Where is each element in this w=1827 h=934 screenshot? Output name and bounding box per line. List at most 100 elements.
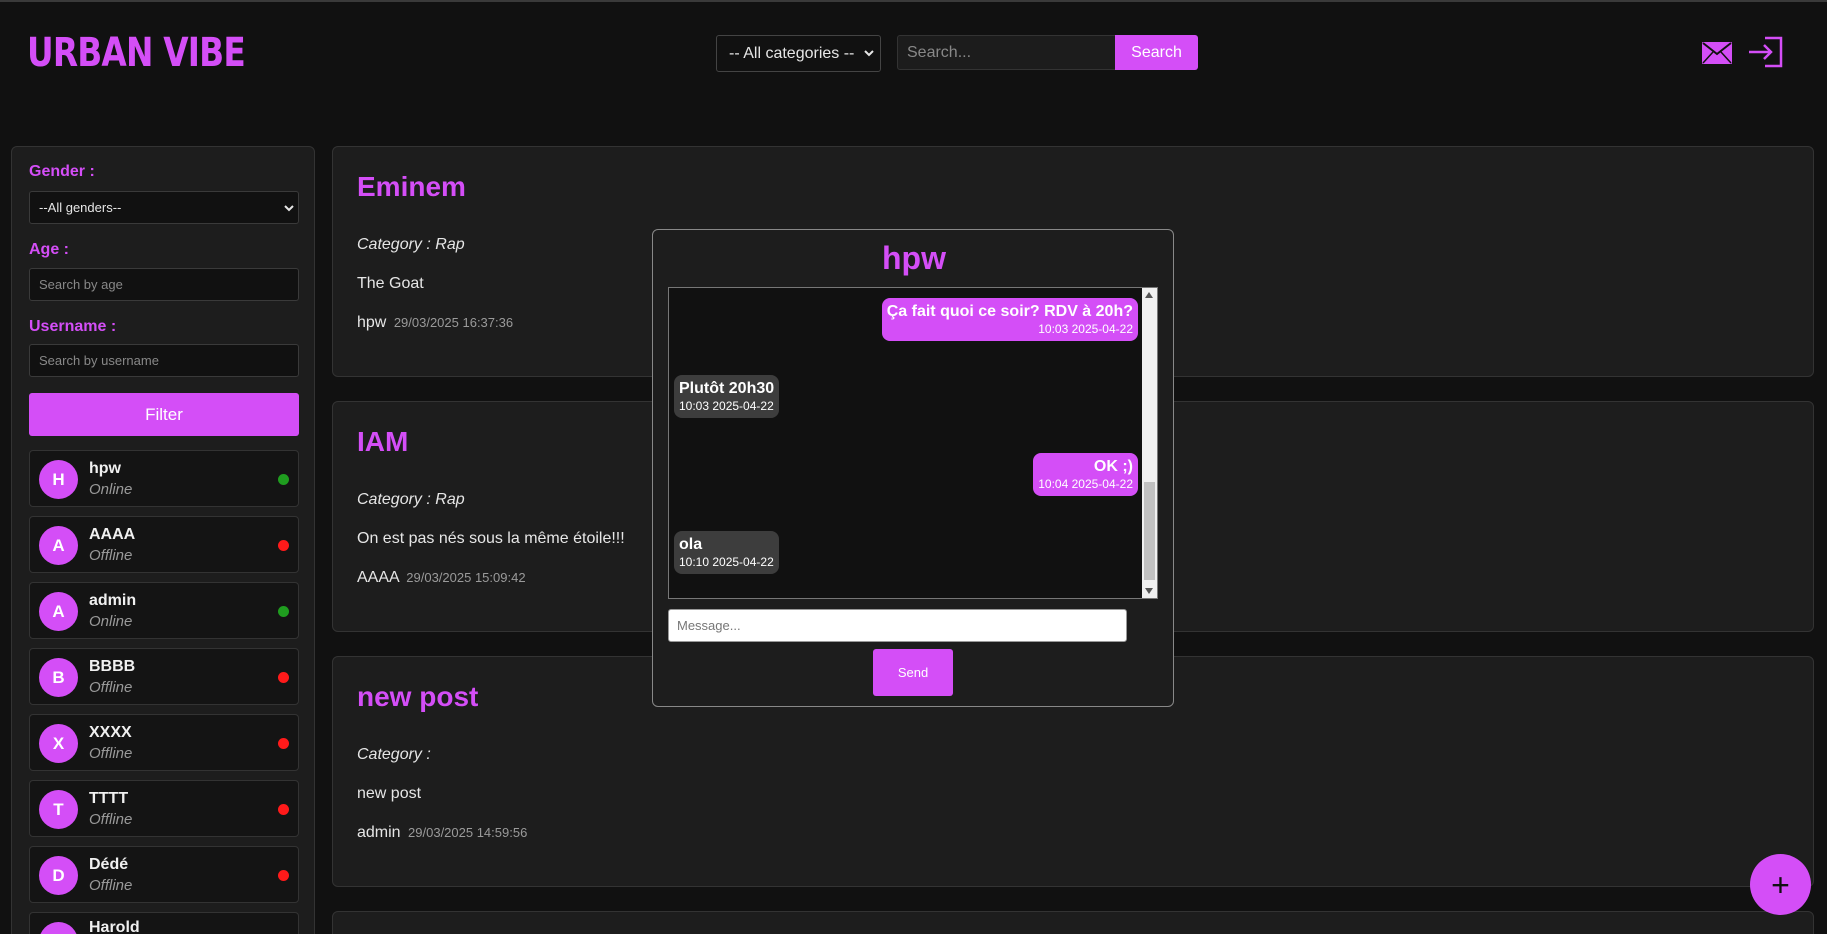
post-meta: AAAA 29/03/2025 15:09:42: [357, 569, 526, 587]
plus-icon: +: [1771, 866, 1790, 903]
chevron-down-icon: [864, 50, 874, 57]
send-button[interactable]: Send: [873, 649, 953, 696]
status-dot: [278, 474, 289, 485]
status-dot: [278, 672, 289, 683]
message-text: OK ;): [1093, 458, 1133, 475]
category-select-value: -- All categories --: [729, 44, 855, 62]
user-name: Harold: [89, 919, 140, 934]
age-label: Age :: [29, 241, 69, 258]
scroll-down-arrow-icon[interactable]: [1145, 588, 1153, 594]
user-name: TTTT: [89, 790, 129, 807]
search-placeholder: Search...: [907, 43, 972, 61]
message-text: ola: [679, 536, 703, 553]
username-placeholder: Search by username: [39, 353, 159, 368]
user-list-item[interactable]: B BBBB Offline: [29, 648, 299, 705]
scroll-thumb[interactable]: [1144, 482, 1155, 580]
message-text: Ça fait quoi ce soir? RDV à 20h?: [886, 303, 1133, 320]
post-title[interactable]: new post: [357, 681, 478, 713]
post-meta: admin 29/03/2025 14:59:56: [357, 824, 527, 842]
user-list-item[interactable]: T TTTT Offline: [29, 780, 299, 837]
post-category: Category :: [357, 746, 431, 763]
post-category: Category : Rap: [357, 236, 465, 253]
chat-messages[interactable]: Ça fait quoi ce soir? RDV à 20h? 10:03 2…: [668, 287, 1158, 599]
post-body: new post: [357, 785, 422, 802]
user-status: Offline: [89, 547, 133, 564]
user-name: XXXX: [89, 724, 132, 741]
post-body: On est pas nés sous la même étoile!!!: [357, 530, 625, 547]
user-status: Offline: [89, 679, 133, 696]
status-dot: [278, 540, 289, 551]
message-text: Plutôt 20h30: [679, 380, 775, 397]
search-input[interactable]: Search...: [897, 35, 1116, 70]
user-status: Offline: [89, 745, 133, 762]
post-meta: hpw 29/03/2025 16:37:36: [357, 314, 513, 332]
post-date: 29/03/2025 15:09:42: [406, 570, 526, 585]
avatar: A: [39, 526, 78, 565]
user-list-item[interactable]: A admin Online: [29, 582, 299, 639]
post-category: Category : Rap: [357, 491, 465, 508]
message-time: 10:10 2025-04-22: [679, 555, 774, 569]
avatar: D: [39, 856, 78, 895]
user-list-item[interactable]: X XXXX Offline: [29, 714, 299, 771]
username-input[interactable]: Search by username: [29, 344, 299, 377]
filter-button[interactable]: Filter: [29, 393, 299, 436]
avatar: B: [39, 658, 78, 697]
chat-modal: hpw Ça fait quoi ce soir? RDV à 20h? 10:…: [652, 229, 1174, 707]
message-time: 10:04 2025-04-22: [1038, 477, 1133, 491]
user-name: Dédé: [89, 856, 129, 873]
post-author: admin: [357, 824, 401, 841]
message-bubble-received: Plutôt 20h30 10:03 2025-04-22: [674, 375, 780, 418]
message-placeholder: Message...: [677, 618, 741, 633]
age-placeholder: Search by age: [39, 277, 123, 292]
post-title[interactable]: IAM: [357, 426, 408, 458]
gender-label: Gender :: [29, 163, 95, 180]
user-name: AAAA: [89, 526, 136, 543]
status-dot: [278, 804, 289, 815]
message-bubble-sent: OK ;) 10:04 2025-04-22: [1033, 453, 1138, 496]
chat-scrollbar[interactable]: [1142, 288, 1157, 598]
add-post-button[interactable]: +: [1750, 854, 1811, 915]
avatar: H: [39, 460, 78, 499]
category-select[interactable]: -- All categories --: [716, 35, 881, 72]
user-name: BBBB: [89, 658, 136, 675]
sidebar-filter-panel: Gender : --All genders-- Age : Search by…: [11, 146, 315, 934]
user-list-item[interactable]: H hpw Online: [29, 450, 299, 507]
user-name: admin: [89, 592, 137, 609]
post-author: hpw: [357, 314, 387, 331]
gender-select[interactable]: --All genders--: [29, 191, 299, 224]
status-dot: [278, 606, 289, 617]
user-status: Offline: [89, 811, 133, 828]
avatar: H: [39, 922, 78, 934]
login-icon[interactable]: [1747, 36, 1783, 68]
user-list-item[interactable]: A AAAA Offline: [29, 516, 299, 573]
post-date: 29/03/2025 14:59:56: [408, 825, 528, 840]
post-card[interactable]: [332, 911, 1814, 934]
status-dot: [278, 870, 289, 881]
message-time: 10:03 2025-04-22: [1038, 322, 1133, 336]
message-bubble-received: ola 10:10 2025-04-22: [674, 531, 779, 574]
user-list-item[interactable]: D Dédé Offline: [29, 846, 299, 903]
chat-title: hpw: [882, 240, 946, 276]
age-input[interactable]: Search by age: [29, 268, 299, 301]
top-border: [0, 0, 1827, 2]
username-label: Username :: [29, 318, 117, 335]
scroll-up-arrow-icon[interactable]: [1145, 292, 1153, 298]
post-date: 29/03/2025 16:37:36: [393, 315, 514, 330]
app-logo[interactable]: URBAN VIBE: [27, 30, 246, 76]
user-name: hpw: [89, 460, 121, 477]
user-list-item[interactable]: H Harold: [29, 912, 299, 934]
avatar: X: [39, 724, 78, 763]
user-status: Online: [89, 613, 133, 630]
post-title[interactable]: Eminem: [357, 171, 466, 203]
message-bubble-sent: Ça fait quoi ce soir? RDV à 20h? 10:03 2…: [881, 298, 1138, 341]
status-dot: [278, 738, 289, 749]
message-input[interactable]: Message...: [668, 609, 1127, 642]
post-author: AAAA: [357, 569, 399, 586]
post-body: The Goat: [357, 275, 424, 292]
user-status: Online: [89, 481, 133, 498]
search-button[interactable]: Search: [1115, 35, 1198, 70]
envelope-icon[interactable]: [1702, 42, 1732, 64]
avatar: A: [39, 592, 78, 631]
user-status: Offline: [89, 877, 133, 894]
avatar: T: [39, 790, 78, 829]
